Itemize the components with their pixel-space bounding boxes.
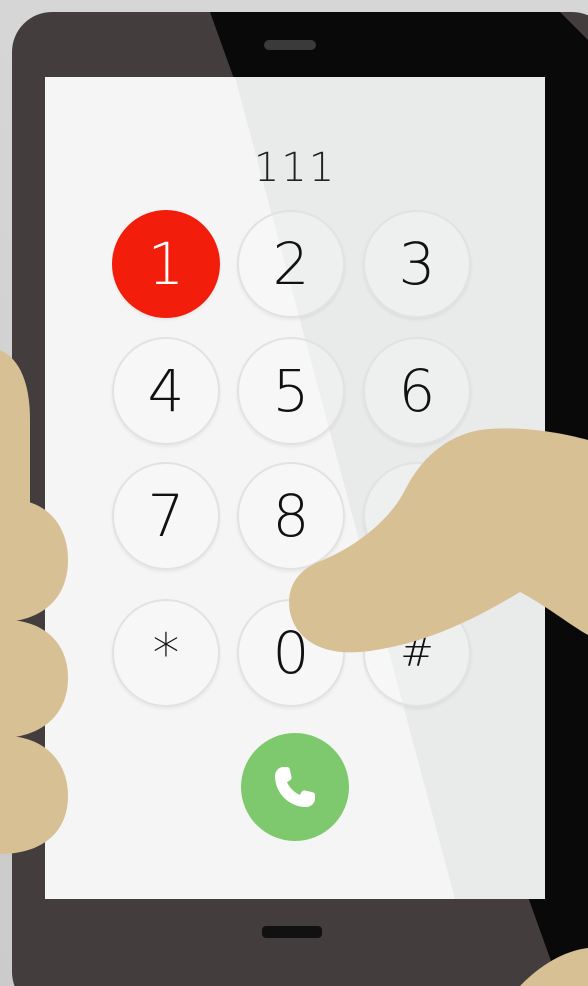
key-4[interactable]: 4 [112, 337, 220, 445]
phone-handset-icon [275, 767, 315, 807]
key-2[interactable]: 2 [237, 210, 345, 318]
key-9[interactable]: 9 [363, 462, 471, 570]
key-3[interactable]: 3 [363, 210, 471, 318]
earpiece-speaker [264, 40, 316, 50]
key-hash[interactable]: # [363, 599, 471, 707]
call-button[interactable] [241, 733, 349, 841]
illustration-stage: 111 1 2 3 4 5 6 7 8 9 * 0 # [0, 0, 588, 986]
key-5[interactable]: 5 [237, 337, 345, 445]
key-7[interactable]: 7 [112, 462, 220, 570]
key-1[interactable]: 1 [112, 210, 220, 318]
key-8[interactable]: 8 [237, 462, 345, 570]
key-star[interactable]: * [112, 599, 220, 707]
phone-screen: 111 1 2 3 4 5 6 7 8 9 * 0 # [45, 77, 545, 899]
home-button[interactable] [262, 926, 322, 938]
key-0[interactable]: 0 [237, 599, 345, 707]
key-6[interactable]: 6 [363, 337, 471, 445]
